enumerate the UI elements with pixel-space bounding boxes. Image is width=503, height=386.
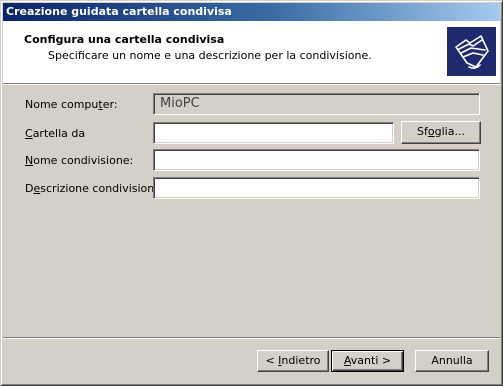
- next-button[interactable]: Avanti >: [331, 350, 404, 372]
- share-description-label: Descrizione condivisione:: [25, 182, 165, 195]
- back-button[interactable]: < Indietro: [257, 350, 329, 372]
- wizard-header: Configura una cartella condivisa Specifi…: [3, 21, 500, 85]
- window-title: Creazione guidata cartella condivisa: [6, 5, 232, 18]
- shared-folder-wizard-icon: [447, 27, 496, 76]
- folder-path-input[interactable]: [153, 122, 394, 144]
- title-bar[interactable]: Creazione guidata cartella condivisa: [3, 3, 500, 21]
- cancel-button[interactable]: Annulla: [415, 350, 489, 372]
- wizard-window: Creazione guidata cartella condivisa Con…: [0, 0, 503, 386]
- browse-button[interactable]: Sfoglia...: [401, 121, 481, 144]
- footer-separator: [3, 337, 500, 339]
- computer-name-label: Nome computer:: [25, 98, 118, 111]
- computer-name-field: MioPC: [153, 93, 480, 115]
- share-name-label: Nome condivisione:: [25, 154, 134, 167]
- share-description-input[interactable]: [153, 177, 480, 199]
- header-title: Configura una cartella condivisa: [24, 33, 225, 46]
- share-name-input[interactable]: [153, 149, 480, 171]
- folder-path-label: Cartella da: [25, 127, 86, 140]
- header-subtitle: Specificare un nome e una descrizione pe…: [48, 49, 372, 62]
